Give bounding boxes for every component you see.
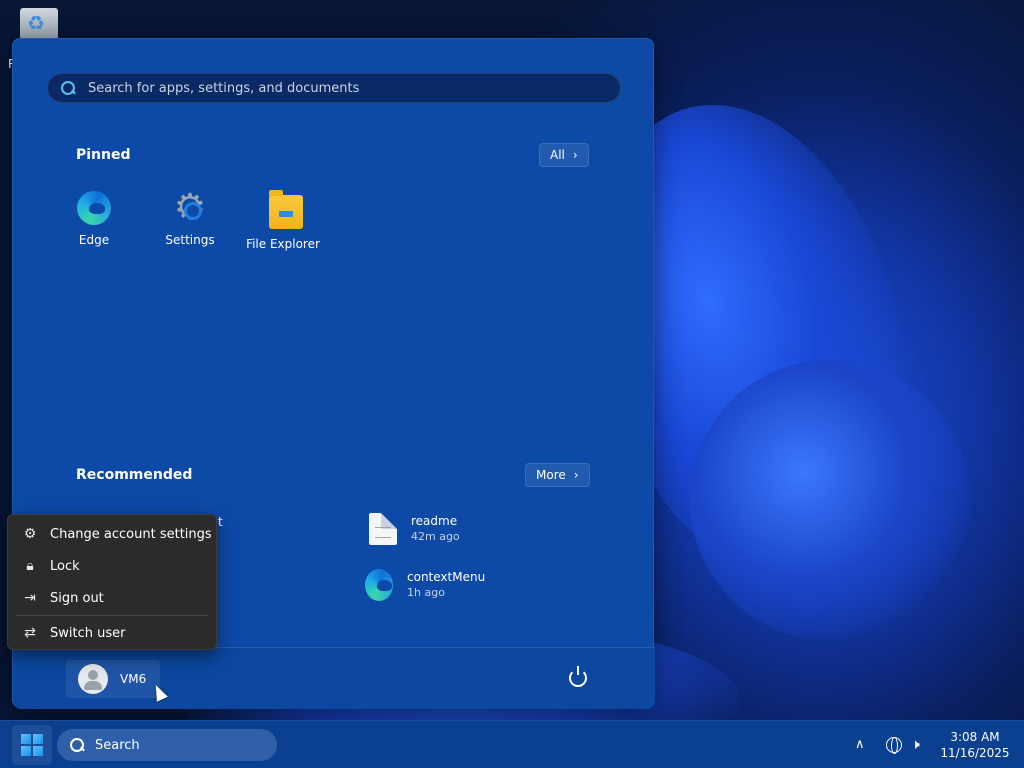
clock-time: 3:08 AM [950,730,1000,744]
recommended-item-time: 1h ago [407,586,445,599]
sign-out-icon: ⇥ [24,590,36,606]
pinned-app-label: Edge [78,233,110,247]
menu-item-label: Change account settings [50,526,212,542]
menu-item-label: Lock [50,558,80,574]
switch-user-icon: ⇄ [24,625,36,641]
user-name: VM6 [120,672,147,686]
start-search-input[interactable] [88,80,588,96]
recycle-symbol-icon: ♻ [27,11,45,35]
start-button[interactable] [12,725,52,765]
more-recommended-button[interactable]: More › [525,463,590,487]
account-context-menu: ⚙ Change account settings 🔒︎ Lock ⇥ Sign… [7,514,217,650]
pinned-app-edge[interactable]: Edge [54,191,134,247]
folder-icon [269,190,303,229]
chevron-up-icon[interactable]: ∧ [855,737,865,752]
pinned-title: Pinned [76,147,131,163]
all-apps-label: All [550,148,565,162]
pinned-app-label: File Explorer [246,237,320,251]
more-label: More [536,468,566,482]
menu-item-lock[interactable]: 🔒︎ Lock [8,551,216,581]
recommended-item-readme[interactable]: readme 42m ago [369,513,460,545]
lock-icon: 🔒︎ [26,558,34,574]
search-icon [60,80,76,96]
windows-logo-icon [21,734,43,756]
taskbar-clock[interactable]: 3:08 AM 11/16/2025 [935,729,1015,761]
recommended-item-time: 42m ago [411,530,460,543]
menu-item-label: Sign out [50,590,104,606]
menu-item-switch-user[interactable]: ⇄ Switch user [8,618,216,648]
account-settings-icon: ⚙ [23,526,37,542]
taskbar: Search ∧ 🕨︎ 3:08 AM 11/16/2025 [0,720,1024,768]
wallpaper-bloom [690,360,970,640]
recommended-title: Recommended [76,467,193,483]
pinned-app-settings[interactable]: ⚙ Settings [150,187,230,248]
menu-item-change-account-settings[interactable]: ⚙ Change account settings [8,519,216,549]
chevron-right-icon: › [572,148,578,162]
menu-item-label: Switch user [50,625,126,641]
avatar [78,664,108,694]
chevron-right-icon: › [573,468,579,482]
speaker-muted-icon[interactable]: 🕨︎ [911,737,920,753]
taskbar-search-label: Search [95,737,140,753]
edge-icon [365,569,393,601]
gear-icon: ⚙ [173,187,207,228]
menu-separator [16,615,208,616]
recommended-item-contextmenu[interactable]: contextMenu 1h ago [365,569,485,601]
pinned-app-label: Settings [165,233,215,247]
all-apps-button[interactable]: All › [539,143,589,167]
search-icon [69,737,85,753]
recommended-item-name: readme [411,514,458,528]
clock-date: 11/16/2025 [940,746,1010,760]
taskbar-search[interactable]: Search [57,729,277,761]
document-icon [369,513,397,545]
pinned-app-file-explorer[interactable]: File Explorer [246,190,326,251]
network-icon[interactable] [886,737,902,754]
edge-icon [77,191,111,225]
menu-item-sign-out[interactable]: ⇥ Sign out [8,583,216,613]
user-account-button[interactable]: VM6 [66,660,160,698]
power-icon[interactable] [569,666,587,687]
start-search-box[interactable] [47,73,621,103]
recommended-item-name: contextMenu [407,570,486,584]
start-menu-footer: VM6 [13,647,655,709]
